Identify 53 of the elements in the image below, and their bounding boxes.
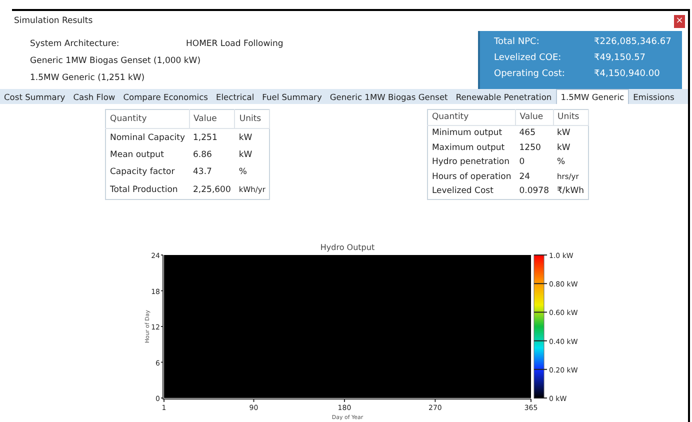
table-cell-text: 6.86 — [192, 148, 213, 162]
column-header: Quantity — [106, 110, 190, 129]
close-button[interactable]: × — [674, 14, 685, 28]
table-cell: ₹/kWh — [553, 184, 588, 199]
tab[interactable]: Renewable Penetration — [452, 90, 556, 104]
table-cell: % — [234, 164, 270, 182]
architecture-label: System Architecture: — [30, 38, 120, 51]
table-cell: kW — [234, 128, 270, 146]
table-cell: kW — [234, 146, 270, 164]
column-header: Quantity — [427, 110, 516, 126]
tab[interactable]: Emissions — [629, 90, 678, 104]
summary-label: Total NPC: — [494, 36, 540, 49]
table-cell: kW — [553, 140, 588, 155]
column-header: Units — [553, 110, 588, 126]
table-cell: 465 — [515, 126, 553, 140]
tab[interactable]: Generic 1MW Biogas Genset — [326, 90, 452, 104]
column-header: Value — [189, 110, 235, 129]
dispatch-strategy: HOMER Load Following — [186, 38, 284, 51]
table-cell: kW — [553, 126, 588, 140]
table-cell: Mean output — [106, 146, 190, 164]
column-header: Value — [515, 110, 553, 126]
table-cell-text: 0 — [518, 156, 526, 169]
table-cell: Hydro penetration — [427, 155, 516, 170]
table-cell: Maximum output — [427, 140, 516, 155]
tab[interactable]: 1.5MW Generic — [556, 89, 630, 104]
tab[interactable]: Fuel Summary — [258, 90, 326, 104]
table-cell: Minimum output — [427, 126, 516, 140]
table-cell: Levelized Cost — [427, 184, 516, 199]
table-cell: 0.0978 — [515, 184, 553, 199]
table-cell: 1,251 — [189, 128, 235, 146]
table-cell: 2,25,600 — [189, 181, 235, 199]
tab[interactable]: Cost Summary — [0, 90, 70, 104]
chart-title: Hydro Output — [320, 242, 375, 252]
tab[interactable]: Electrical — [212, 90, 258, 104]
component-text: Generic 1MW Biogas Genset (1,000 kW) — [30, 55, 202, 68]
table-cell-text: 24 — [518, 170, 532, 184]
table-cell: Capacity factor — [106, 164, 190, 182]
table-cell: Nominal Capacity — [106, 128, 190, 146]
summary-label: Levelized COE: — [494, 52, 562, 65]
table-cell-text: 43.7 — [192, 166, 213, 180]
summary-value: ₹4,150,940.00 — [594, 68, 661, 81]
table-cell: Total Production — [106, 181, 190, 199]
summary-value: ₹226,085,346.67 — [594, 36, 672, 49]
tab[interactable]: Cash Flow — [69, 90, 120, 104]
table-cell: Hours of operation — [427, 170, 516, 184]
summary-label: Operating Cost: — [494, 68, 566, 81]
column-header: Units — [234, 110, 270, 129]
summary-value: ₹49,150.57 — [594, 52, 647, 65]
table-cell-text: 1250 — [518, 142, 542, 154]
component-text: 1.5MW Generic (1,251 kW) — [30, 72, 146, 85]
window-title: Simulation Results — [14, 14, 93, 28]
tab[interactable]: Compare Economics — [119, 90, 212, 104]
table-cell: % — [553, 155, 588, 170]
